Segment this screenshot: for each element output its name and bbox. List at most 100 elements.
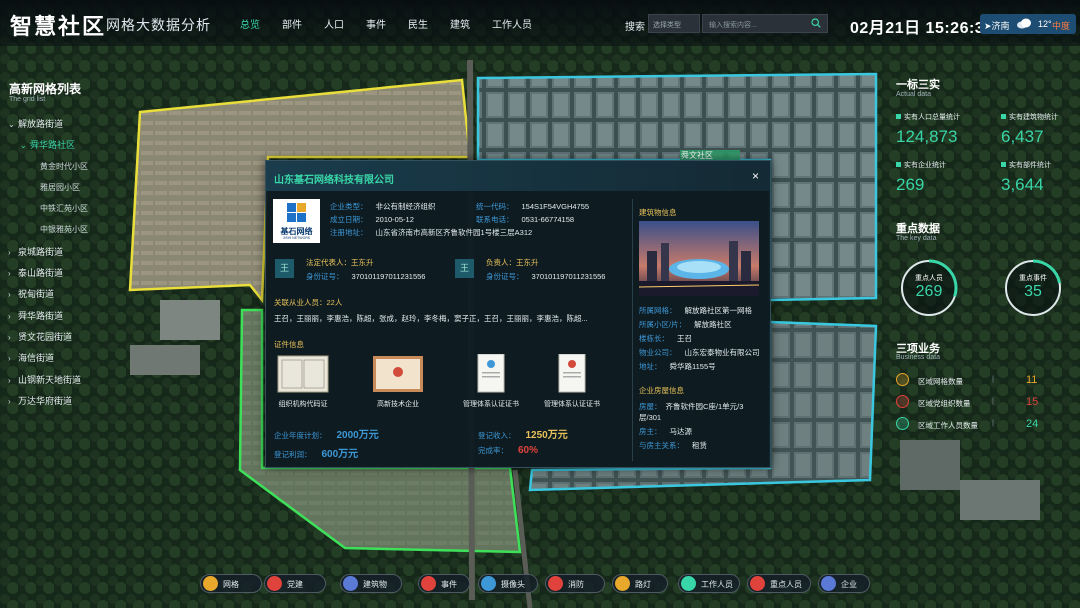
- grid-list-item[interactable]: › 祝甸街道: [8, 288, 88, 309]
- nav-buildings[interactable]: 建筑: [450, 16, 470, 31]
- layer-button-worker[interactable]: 工作人员: [678, 574, 740, 593]
- search-label: 搜索: [625, 22, 645, 33]
- layer-button-party[interactable]: 党建: [264, 574, 326, 593]
- cert-image[interactable]: [276, 354, 330, 394]
- grid-list-item[interactable]: › 万达华府街道: [8, 395, 88, 416]
- fin-income: 登记收入： 1250万元: [478, 430, 568, 441]
- nav-population[interactable]: 人口: [324, 16, 344, 31]
- chevron-right-icon: ›: [8, 396, 11, 406]
- search-icon[interactable]: [811, 18, 821, 28]
- stat-value: 269: [896, 175, 925, 194]
- worker-icon: [896, 417, 909, 430]
- grid-list-panel: 高新网格列表 The grid list ⌄ 解放路街道 ⌄ 舜华路社区 黄金时代小区雅…: [0, 70, 140, 430]
- app-subtitle: 网格大数据分析: [106, 17, 211, 33]
- grid-list-item[interactable]: 中银雅苑小区: [8, 224, 88, 245]
- worker-icon: [681, 576, 696, 591]
- chevron-right-icon: ›: [8, 311, 11, 321]
- enterprise-icon: [821, 576, 836, 591]
- chevron-right-icon: ›: [8, 375, 11, 385]
- stat-components: 实有部件统计 3,644: [1001, 160, 1080, 195]
- grid-list-item[interactable]: 中铁汇苑小区: [8, 203, 88, 224]
- grid-list-item[interactable]: › 泉城路街道: [8, 246, 88, 267]
- chevron-right-icon: ›: [8, 247, 11, 257]
- biz-row-party[interactable]: 区域党组织数量 | 15: [896, 395, 1076, 411]
- chevron-down-icon: ⌄: [20, 141, 27, 151]
- building-manager: 楼栋长： 王召: [639, 334, 692, 343]
- biz-row-grids[interactable]: 区域网格数量 | 11: [896, 373, 1076, 389]
- building-info-title: 建筑物信息: [639, 208, 677, 217]
- bullet-icon: [1001, 114, 1006, 119]
- weather-level: 中度: [1052, 21, 1071, 31]
- grid-list-item[interactable]: › 泰山路街道: [8, 267, 88, 288]
- biz-row-staff[interactable]: 区域工作人员数量 | 24: [896, 417, 1076, 433]
- camera-icon: [481, 576, 496, 591]
- grid-list-item[interactable]: 雅居园小区: [8, 182, 88, 203]
- grid-icon: [896, 373, 909, 386]
- employees-list: 王召，王丽丽，李惠浩，陈超，张成，赵玲，李冬梅，窦子正，王召，王丽丽，李惠浩，陈…: [274, 314, 588, 323]
- grid-list-item[interactable]: ⌄ 舜华路社区: [8, 139, 88, 160]
- legal-rep-avatar: 王: [275, 259, 294, 278]
- chevron-right-icon: ›: [8, 332, 11, 342]
- stat-buildings: 实有建筑物统计 6,437: [1001, 112, 1080, 147]
- main-nav: 总览 部件 人口 事件 民生 建筑 工作人员: [240, 16, 554, 31]
- chevron-right-icon: ›: [8, 354, 11, 364]
- bullet-icon: [896, 162, 901, 167]
- building-grid: 所属网格： 解放路社区第一网格: [639, 306, 752, 315]
- layer-button-fire[interactable]: 消防: [545, 574, 605, 593]
- layer-button-grid[interactable]: 网格: [200, 574, 262, 593]
- cert-image[interactable]: [545, 353, 599, 394]
- grid-list-item[interactable]: › 贤文花园街道: [8, 331, 88, 352]
- grid-list-item[interactable]: › 山钢新天地街道: [8, 374, 88, 395]
- layer-button-streetlight[interactable]: 路灯: [612, 574, 668, 593]
- cert-image[interactable]: [464, 353, 518, 394]
- enterprise-detail-popup: 山东基石网络科技有限公司 × 基石网络 JISHI NETWORK 企业类型：非…: [265, 160, 771, 468]
- grid-list-item[interactable]: 黄金时代小区: [8, 161, 88, 182]
- chevron-right-icon: ›: [8, 290, 11, 300]
- chevron-right-icon: ›: [8, 269, 11, 279]
- lease-house: 房屋： 齐鲁软件园C座/1单元/3层/301: [639, 402, 744, 422]
- layer-button-building[interactable]: 建筑物: [340, 574, 402, 593]
- ring-key-persons[interactable]: 重点人员 269: [899, 258, 959, 318]
- legal-rep-name: 法定代表人：王东升: [306, 258, 374, 267]
- popup-divider: [632, 199, 633, 461]
- legal-rep-id: 身份证号： 370101197011231556: [306, 272, 426, 281]
- employees-title: 关联从业人员：22人: [274, 298, 343, 307]
- grid-list-item[interactable]: ⌄ 解放路街道: [8, 118, 88, 139]
- ring-key-events[interactable]: 重点事件 35: [1003, 258, 1063, 318]
- layer-button-enterprise[interactable]: 企业: [818, 574, 870, 593]
- building-icon: [343, 576, 358, 591]
- layer-button-camera[interactable]: 摄像头: [478, 574, 538, 593]
- grid-list-item[interactable]: › 舜华路街道: [8, 310, 88, 331]
- building-community: 所属小区/片： 解放路社区: [639, 320, 732, 329]
- layer-button-event[interactable]: 事件: [418, 574, 470, 593]
- nav-events[interactable]: 事件: [366, 16, 386, 31]
- building-photo[interactable]: [639, 221, 759, 296]
- cert-label: 高新技术企业: [377, 401, 419, 408]
- info-code: 统一代码： 154S1F54VGH4755: [476, 202, 590, 211]
- building-address: 地址： 舜华路1155号: [639, 362, 716, 371]
- close-icon[interactable]: ×: [752, 169, 759, 183]
- nav-staff[interactable]: 工作人员: [492, 16, 532, 31]
- grid-list-subtitle: The grid list: [9, 96, 46, 103]
- business-data-subtitle: Business data: [896, 354, 940, 361]
- search-input[interactable]: 输入搜索内容...: [702, 14, 828, 33]
- nav-livelihood[interactable]: 民生: [408, 16, 428, 31]
- lease-owner: 房主： 马达源: [639, 427, 692, 436]
- stat-value: 3,644: [1001, 175, 1044, 194]
- grid-list-item[interactable]: › 海信街道: [8, 352, 88, 373]
- stats-panel: 一标三实 Actual data 实有人口总量统计 124,873 实有建筑物统…: [890, 70, 1080, 440]
- nav-components[interactable]: 部件: [282, 16, 302, 31]
- layer-button-key-person[interactable]: 重点人员: [747, 574, 811, 593]
- info-date: 成立日期： 2010-05-12: [330, 215, 414, 224]
- grid-list-title: 高新网格列表: [9, 82, 82, 96]
- cert-image[interactable]: [371, 354, 425, 394]
- party-icon: [896, 395, 909, 408]
- cloud-icon: [1017, 18, 1031, 29]
- weather-widget[interactable]: ➤济南 12° 中度: [980, 14, 1076, 34]
- popup-title: 山东基石网络科技有限公司: [274, 175, 394, 186]
- search-type-select[interactable]: 选择类型: [648, 14, 700, 33]
- grid-icon: [203, 576, 218, 591]
- layer-toggle-bar: 网格 党建 建筑物 事件 摄像头 消防 路灯 工作人员 重点人员 企业: [200, 574, 880, 596]
- nav-overview[interactable]: 总览: [240, 16, 260, 31]
- cert-label: 管理体系认证证书: [463, 401, 519, 408]
